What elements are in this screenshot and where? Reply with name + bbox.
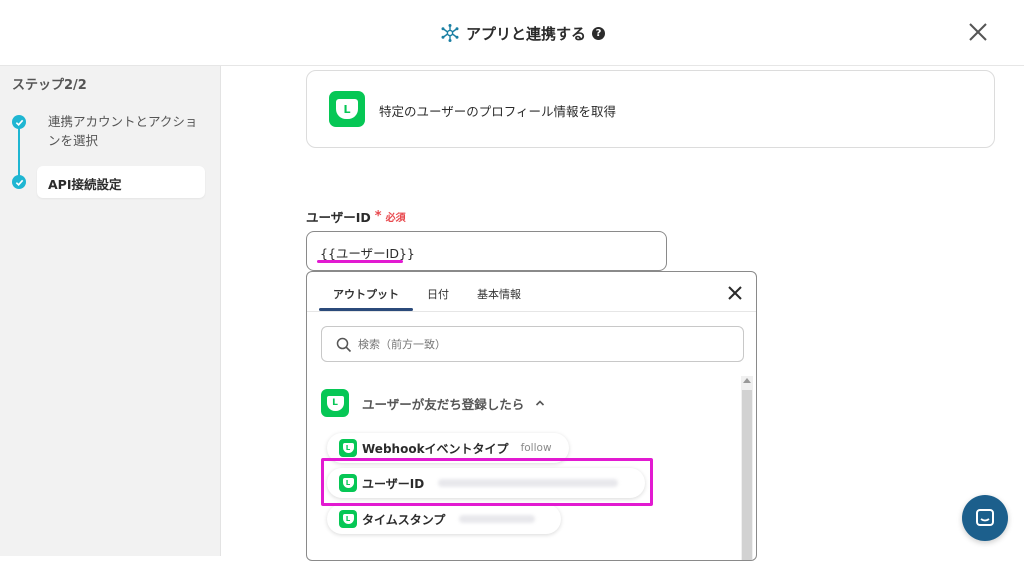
close-icon[interactable] [726, 284, 744, 302]
output-group-header[interactable]: L ユーザーが友だち登録したら [321, 388, 546, 418]
highlight-box [321, 458, 653, 506]
check-icon [12, 175, 26, 189]
step-connector [18, 122, 20, 180]
tab-basic-info[interactable]: 基本情報 [477, 286, 521, 302]
header-title: アプリと連携する ? [440, 21, 606, 45]
check-icon [12, 115, 26, 129]
close-icon[interactable] [966, 20, 990, 44]
line-logo-glyph: L [336, 99, 358, 119]
scroll-up-arrow-icon[interactable] [743, 378, 751, 383]
step-count: ステップ2/2 [12, 78, 87, 93]
field-label: ユーザーID * 必須 [306, 207, 406, 226]
tab-output[interactable]: アウトプット [333, 286, 399, 302]
help-icon[interactable]: ? [592, 26, 606, 40]
sidebar-step-select-action[interactable]: 連携アカウントとアクションを選択 [48, 112, 198, 150]
output-item-label: タイムスタンプ [362, 512, 446, 527]
chat-icon [976, 509, 994, 526]
scrollbar-thumb[interactable] [742, 390, 752, 560]
value-underline [317, 260, 403, 263]
line-logo-glyph: L [342, 514, 354, 524]
tab-date[interactable]: 日付 [427, 286, 449, 302]
required-mark: * [374, 209, 382, 224]
required-text: 必須 [385, 213, 406, 224]
chevron-up-icon[interactable] [534, 397, 546, 409]
search-icon [336, 337, 352, 353]
sidebar-step-label: API接続設定 [48, 177, 122, 192]
user-id-input[interactable]: {{ユーザーID}} [306, 231, 667, 271]
line-app-icon: L [339, 439, 357, 457]
tab-bar: アウトプット 日付 基本情報 [307, 272, 756, 312]
blurred-value [459, 515, 536, 523]
active-tab-indicator [319, 308, 413, 311]
output-picker-panel: アウトプット 日付 基本情報 L ユーザーが友だち登録したら L Webhook… [306, 271, 757, 561]
search-field[interactable] [321, 326, 744, 362]
field-label-text: ユーザーID [306, 210, 371, 225]
output-item-timestamp[interactable]: L タイムスタンプ [327, 504, 561, 534]
output-item-value: follow [520, 442, 552, 454]
line-app-icon: L [339, 510, 357, 528]
search-input[interactable] [358, 338, 728, 351]
action-card: L 特定のユーザーのプロフィール情報を取得 [306, 70, 995, 148]
sidebar-step-api-settings[interactable]: API接続設定 [37, 166, 205, 198]
line-app-icon: L [329, 91, 365, 127]
action-description: 特定のユーザーのプロフィール情報を取得 [379, 104, 617, 119]
integration-icon [441, 24, 459, 42]
header: アプリと連携する ? [0, 0, 1024, 66]
line-logo-glyph: L [326, 395, 344, 411]
scrollbar[interactable] [741, 376, 753, 560]
chat-support-button[interactable] [962, 495, 1008, 541]
page-title: アプリと連携する [466, 24, 587, 43]
sidebar: ステップ2/2 連携アカウントとアクションを選択 API接続設定 [0, 66, 221, 556]
output-item-label: Webhookイベントタイプ [362, 441, 509, 456]
group-label: ユーザーが友だち登録したら [362, 396, 525, 412]
line-app-icon: L [321, 389, 349, 417]
line-logo-glyph: L [342, 443, 354, 453]
